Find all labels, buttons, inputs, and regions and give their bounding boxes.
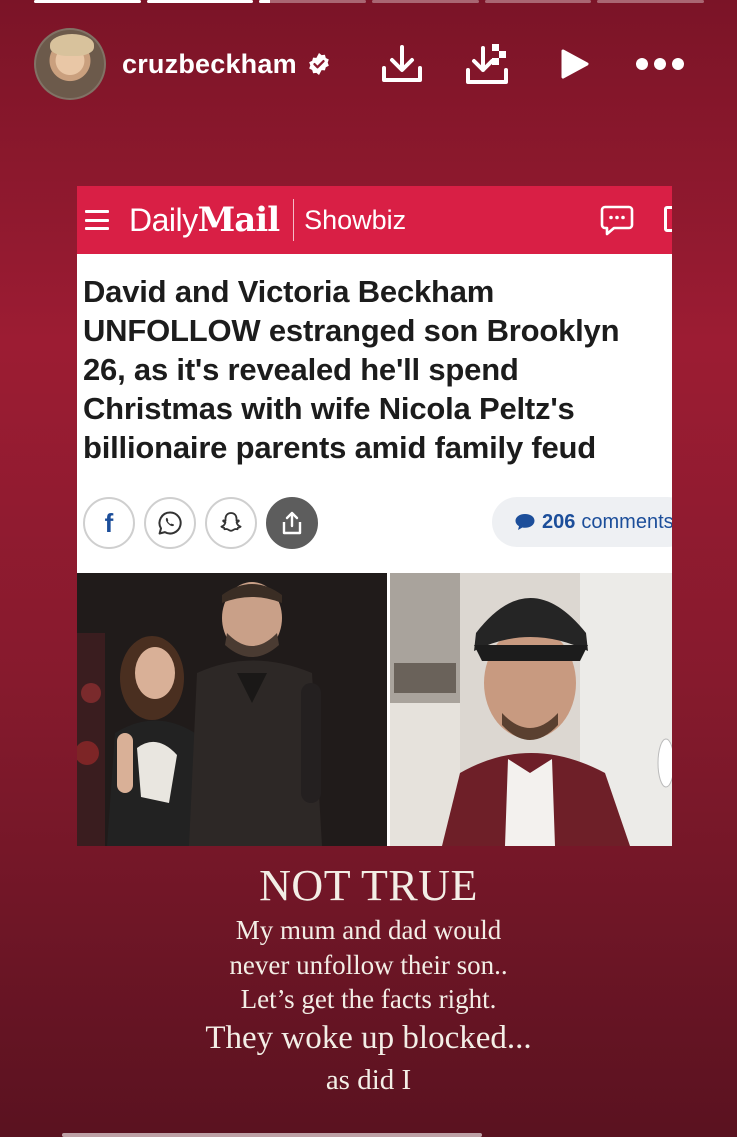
logo-divider — [293, 199, 295, 241]
caption-line-1: My mum and dad would — [235, 915, 502, 945]
download-icon — [382, 45, 422, 82]
article-screenshot: DailyMail Showbiz David and Victoria Bec… — [77, 186, 672, 846]
brooklyn-photo — [390, 573, 672, 846]
couple-photo — [77, 573, 387, 846]
share-icon — [282, 511, 302, 535]
caption-line-3: Let’s get the facts right. — [240, 984, 497, 1014]
caption-line-5: as did I — [325, 1064, 412, 1096]
caption-line-2: never unfollow their son.. — [229, 950, 508, 980]
home-indicator — [62, 1133, 482, 1137]
comments-count: 206 — [542, 510, 576, 533]
couple-photo-illustration — [77, 573, 387, 846]
progress-segment — [597, 0, 705, 3]
daily-mail-logo: DailyMail — [129, 200, 280, 240]
caption-title: NOT TRUE — [259, 861, 478, 910]
more-options-button[interactable] — [617, 34, 703, 94]
caption-line-4: They woke up blocked... — [205, 1020, 532, 1056]
progress-segment — [372, 0, 479, 3]
share-row: f 206 comments — [83, 496, 672, 550]
daily-mail-header: DailyMail Showbiz — [77, 186, 672, 254]
play-button[interactable] — [531, 34, 617, 94]
story-header: cruzbeckham — [34, 28, 703, 100]
comments-label: comments — [581, 510, 672, 533]
snapchat-icon — [220, 512, 242, 532]
whatsapp-share-button[interactable] — [144, 497, 196, 549]
more-icon — [636, 58, 684, 70]
share-button[interactable] — [266, 497, 318, 549]
progress-segment — [484, 0, 592, 3]
progress-segment — [34, 0, 141, 3]
menu-icon[interactable] — [83, 206, 111, 234]
snapchat-share-button[interactable] — [205, 497, 257, 549]
comments-button[interactable]: 206 comments — [492, 497, 672, 547]
comment-bubble-icon — [515, 514, 535, 530]
facebook-icon: f — [104, 507, 114, 538]
section-label: Showbiz — [304, 204, 407, 235]
download-button[interactable] — [359, 34, 445, 94]
article-headline: David and Victoria Beckham UNFOLLOW estr… — [83, 274, 620, 465]
bookmark-icon[interactable] — [664, 206, 672, 232]
save-icon — [466, 44, 508, 84]
play-icon — [561, 49, 589, 79]
progress-segment — [146, 0, 254, 3]
whatsapp-icon — [158, 511, 182, 535]
brooklyn-photo-illustration — [390, 573, 672, 846]
story-progress-bars — [34, 0, 705, 4]
verified-badge-icon — [308, 53, 329, 75]
username[interactable]: cruzbeckham — [122, 49, 297, 80]
avatar[interactable] — [34, 28, 106, 100]
article-photos — [77, 573, 672, 846]
save-button[interactable] — [445, 34, 531, 94]
facebook-share-button[interactable]: f — [83, 497, 135, 549]
chat-icon[interactable] — [600, 204, 634, 236]
progress-segment — [259, 0, 367, 3]
